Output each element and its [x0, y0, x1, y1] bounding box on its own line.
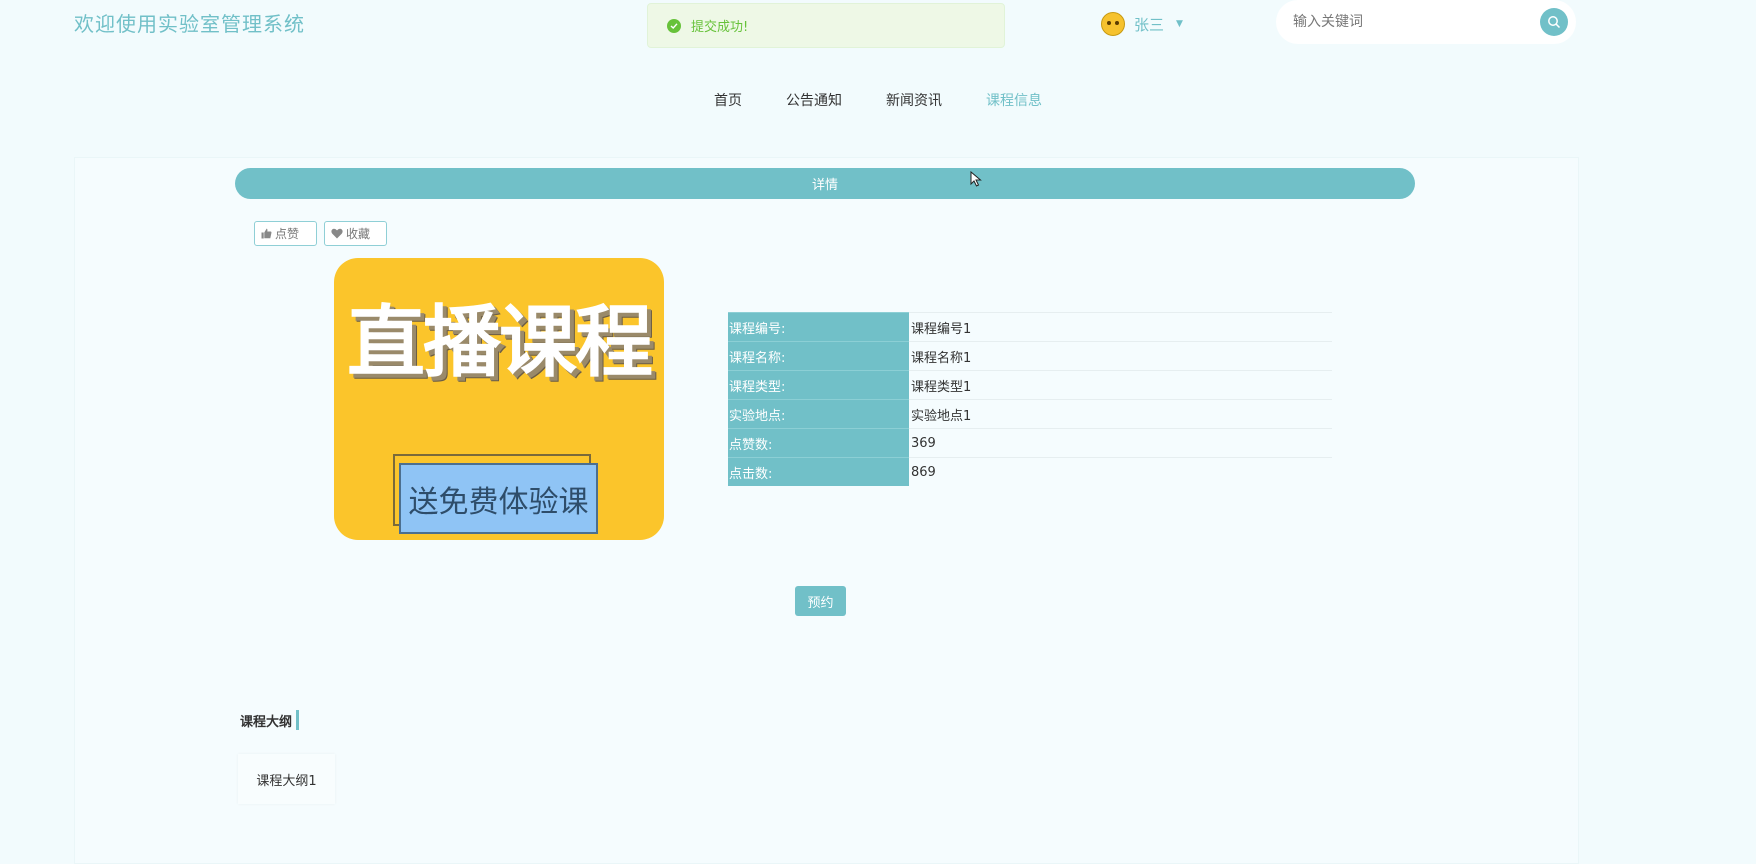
user-menu[interactable]: 张三 ▼ [1101, 10, 1183, 38]
search-box [1276, 0, 1576, 44]
field-label: 点赞数: [728, 428, 909, 458]
search-icon [1548, 16, 1561, 29]
like-label: 点赞 [275, 227, 300, 241]
detail-title-bar: 详情 [235, 168, 1415, 199]
course-image: 直播课程 送免费体验课 [334, 258, 664, 540]
field-label: 点击数: [728, 457, 909, 486]
table-row: 点赞数: 369 [728, 428, 1332, 458]
field-value: 课程名称1 [909, 341, 1332, 371]
thumbs-up-icon [261, 228, 272, 239]
field-value: 课程类型1 [909, 370, 1332, 400]
table-row: 实验地点: 实验地点1 [728, 399, 1332, 429]
outline-card: 课程大纲1 [238, 754, 335, 804]
field-value: 课程编号1 [909, 312, 1332, 342]
field-value: 实验地点1 [909, 399, 1332, 429]
table-row: 课程编号: 课程编号1 [728, 312, 1332, 342]
field-value: 869 [909, 457, 1332, 486]
nav-home[interactable]: 首页 [692, 90, 764, 110]
favorite-label: 收藏 [346, 227, 371, 241]
avatar [1101, 12, 1125, 36]
nav-news[interactable]: 新闻资讯 [864, 90, 964, 110]
mouse-cursor-icon [970, 171, 982, 187]
search-button[interactable] [1540, 8, 1568, 36]
like-button[interactable]: 点赞 [254, 221, 317, 246]
nav-course-info[interactable]: 课程信息 [964, 90, 1064, 110]
toast-message: 提交成功! [691, 20, 749, 35]
table-row: 课程类型: 课程类型1 [728, 370, 1332, 400]
course-image-title: 直播课程 [346, 298, 653, 388]
main-nav: 首页 公告通知 新闻资讯 课程信息 [0, 90, 1756, 110]
table-row: 课程名称: 课程名称1 [728, 341, 1332, 371]
check-circle-icon [667, 18, 681, 33]
field-value: 369 [909, 428, 1332, 458]
field-label: 课程名称: [728, 341, 909, 371]
outline-heading: 课程大纲 [240, 710, 300, 730]
favorite-button[interactable]: 收藏 [324, 221, 387, 246]
nav-announcements[interactable]: 公告通知 [764, 90, 864, 110]
caret-down-icon[interactable]: ▼ [1176, 19, 1183, 29]
search-input[interactable] [1291, 13, 1540, 31]
table-row: 点击数: 869 [728, 457, 1332, 486]
page: 欢迎使用实验室管理系统 提交成功! 张三 ▼ 首页 公告通知 新闻资讯 课程信息… [0, 0, 1756, 864]
outline-text: 课程大纲1 [256, 773, 317, 789]
site-title: 欢迎使用实验室管理系统 [74, 12, 305, 36]
heading-accent-bar [296, 710, 300, 730]
reserve-button[interactable]: 预约 [795, 586, 846, 616]
success-toast: 提交成功! [647, 3, 1005, 48]
heart-icon [331, 228, 343, 239]
detail-title: 详情 [811, 178, 838, 193]
course-image-subtitle: 送免费体验课 [399, 463, 598, 534]
course-info-table: 课程编号: 课程编号1 课程名称: 课程名称1 课程类型: 课程类型1 实验地点… [728, 312, 1332, 486]
user-name[interactable]: 张三 [1134, 14, 1164, 35]
field-label: 课程编号: [728, 312, 909, 342]
field-label: 实验地点: [728, 399, 909, 429]
field-label: 课程类型: [728, 370, 909, 400]
outline-heading-text: 课程大纲 [240, 714, 293, 730]
